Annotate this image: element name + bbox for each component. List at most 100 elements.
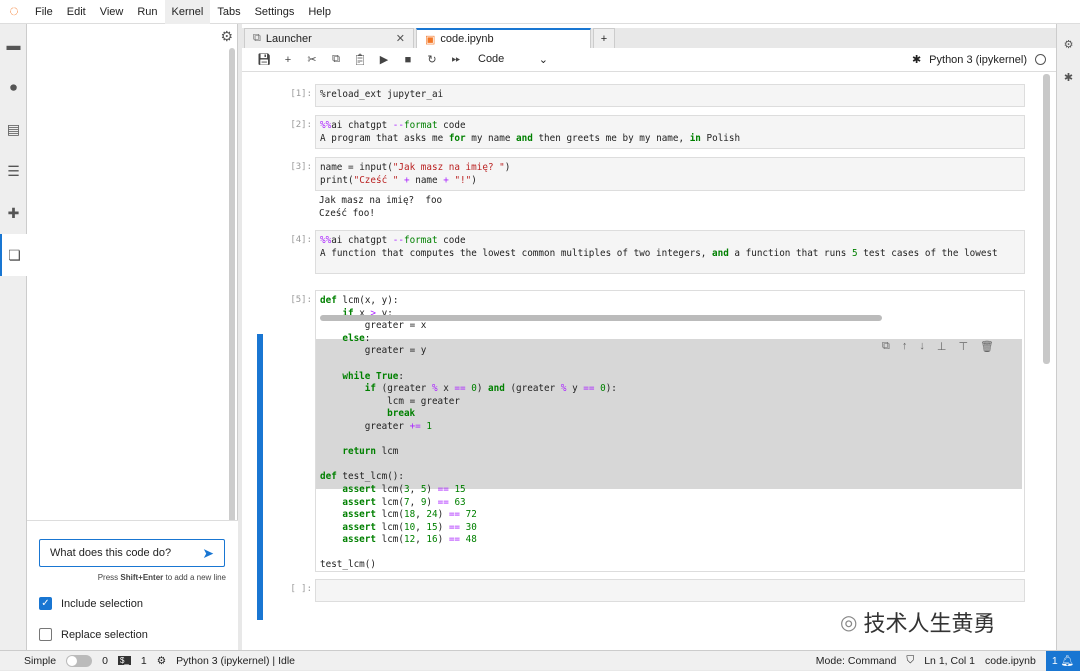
toc-icon[interactable]: ☰	[0, 150, 27, 192]
tab-notebook[interactable]: ▣ code.ipynb	[416, 28, 591, 48]
menu-edit[interactable]: Edit	[60, 0, 93, 24]
code-line: lcm = greater	[320, 396, 1020, 409]
checkbox-icon[interactable]	[39, 628, 52, 641]
terminal-icon[interactable]: $_	[117, 656, 131, 665]
scrollbar[interactable]	[229, 48, 235, 540]
extension-icon[interactable]: ✚	[0, 192, 27, 234]
chevron-down-icon: ⌄	[538, 54, 548, 66]
code-token: )	[437, 509, 449, 521]
running-icon[interactable]: ⏺	[0, 66, 27, 108]
notebook-icon: ▣	[425, 33, 436, 46]
debugger-icon[interactable]: ✱	[1057, 71, 1080, 84]
terminal-count[interactable]: 0	[102, 655, 108, 667]
code-cell-input[interactable]: %%ai chatgpt --format code A program that…	[315, 115, 1025, 149]
code-token: ==	[437, 496, 449, 508]
main-area: ⧉ Launcher ✕ ▣ code.ipynb + 💾︎ + ✂ ⧉ 📋︎ ▶ ■…	[242, 24, 1056, 650]
delete-icon[interactable]: 🗑︎	[980, 340, 994, 353]
chat-input-value[interactable]: What does this code do?	[50, 547, 171, 559]
menu-file[interactable]: File	[28, 0, 60, 24]
insert-below-icon[interactable]: ⊤	[958, 340, 968, 353]
code-token: ,	[700, 247, 712, 259]
move-up-icon[interactable]: ↑	[902, 340, 908, 353]
folder-icon[interactable]: ▬	[0, 24, 27, 66]
menu-view[interactable]: View	[93, 0, 131, 24]
kernel-count[interactable]: 1	[141, 655, 147, 667]
replace-selection-checkbox[interactable]: Replace selection	[39, 628, 148, 641]
code-token: ==	[448, 509, 461, 521]
bug-icon[interactable]: ✱	[912, 53, 921, 66]
code-line: ​	[320, 434, 1020, 447]
watermark-text: 技术人生黄勇	[863, 611, 996, 636]
simple-mode-toggle[interactable]	[66, 654, 93, 667]
shield-icon[interactable]: ⛉	[906, 654, 914, 667]
checkbox-checked-icon[interactable]: ✓	[39, 597, 52, 610]
move-down-icon[interactable]: ↓	[919, 340, 925, 353]
include-selection-checkbox[interactable]: ✓ Include selection	[39, 597, 143, 610]
kernel-icon[interactable]: ⚙	[157, 655, 166, 667]
code-token: break	[387, 408, 416, 420]
code-cell-input[interactable]: ​	[315, 579, 1025, 602]
code-token: of	[616, 247, 628, 259]
duplicate-icon[interactable]: ⧉	[882, 340, 890, 353]
copy-icon[interactable]: ⧉	[324, 53, 348, 66]
new-tab-button[interactable]: +	[593, 28, 615, 48]
code-cell-input[interactable]: name = input("Jak masz na imię? ") print(…	[315, 157, 1025, 191]
code-token: of	[924, 247, 937, 259]
kernel-indicator[interactable]: ✱ Python 3 (ipykernel)	[912, 53, 1046, 66]
code-token: 72	[465, 509, 477, 521]
kernel-status[interactable]: Python 3 (ipykernel) | Idle	[176, 655, 295, 667]
code-token: )	[437, 521, 449, 533]
menu-kernel[interactable]: Kernel	[164, 0, 211, 24]
tab-launcher[interactable]: ⧉ Launcher ✕	[244, 28, 414, 48]
run-icon[interactable]: ▶	[372, 53, 396, 66]
menu-help[interactable]: Help	[301, 0, 338, 24]
fast-forward-icon[interactable]: ⏩︎	[444, 53, 468, 66]
paste-icon[interactable]: 📋︎	[348, 53, 372, 66]
code-cell-input[interactable]: def lcm(x, y): if x > y: greater = x els…	[315, 290, 1025, 572]
save-icon[interactable]: 💾︎	[252, 53, 276, 66]
send-icon[interactable]: ➤	[202, 545, 214, 562]
code-line: A function that computes the lowest comm…	[320, 248, 1020, 261]
code-cell-input[interactable]: %reload_ext jupyter_ai	[315, 84, 1025, 107]
code-token: =	[403, 395, 421, 407]
code-token: assert	[342, 483, 376, 495]
code-token: greater	[364, 345, 404, 357]
code-line: def test_lcm():	[320, 471, 1020, 484]
menu-run[interactable]: Run	[130, 0, 164, 24]
code-line: assert lcm(10, 15) == 30	[320, 522, 1020, 535]
scrollbar[interactable]	[1043, 74, 1050, 364]
code-cell-input[interactable]: %%ai chatgpt --format code A function tha…	[315, 230, 1025, 274]
code-line: break	[320, 408, 1020, 421]
restart-icon[interactable]: ↻	[420, 53, 444, 66]
code-token: that	[796, 247, 819, 259]
menu-tabs[interactable]: Tabs	[210, 0, 247, 24]
cell-type-select[interactable]: Code ⌄	[478, 53, 548, 66]
code-token: ==	[583, 383, 595, 395]
stop-icon[interactable]: ■	[396, 54, 420, 66]
kernel-name[interactable]: Python 3 (ipykernel)	[929, 54, 1027, 66]
cursor-position[interactable]: Ln 1, Col 1	[924, 655, 975, 667]
chat-panel: ⚙ What does this code do? ➤ Press Shift+…	[27, 24, 238, 650]
property-inspector-icon[interactable]: ⚙	[1057, 38, 1080, 51]
cut-icon[interactable]: ✂	[300, 53, 324, 66]
code-token: asks	[404, 132, 427, 144]
gear-icon[interactable]: ⚙	[220, 28, 233, 45]
code-line: ​	[320, 358, 1020, 371]
right-sidebar: ⚙ ✱	[1056, 24, 1080, 650]
add-cell-icon[interactable]: +	[276, 54, 300, 66]
close-icon[interactable]: ✕	[396, 32, 405, 45]
code-token: ==	[454, 383, 466, 395]
code-token: test_lcm	[342, 471, 388, 483]
file-name: code.ipynb	[985, 654, 1036, 667]
menu-settings[interactable]: Settings	[248, 0, 302, 24]
notifications-button[interactable]: 1 🔔︎	[1045, 650, 1080, 671]
chat-icon[interactable]: ❏	[0, 234, 27, 276]
code-token: greater	[364, 420, 404, 432]
chat-input[interactable]: What does this code do? ➤	[39, 539, 225, 567]
horizontal-scrollbar[interactable]	[320, 315, 882, 321]
insert-above-icon[interactable]: ⊥	[937, 340, 947, 353]
commands-icon[interactable]: ▤	[0, 108, 27, 150]
simple-mode-label: Simple	[24, 654, 57, 667]
code-token: :	[364, 332, 371, 344]
